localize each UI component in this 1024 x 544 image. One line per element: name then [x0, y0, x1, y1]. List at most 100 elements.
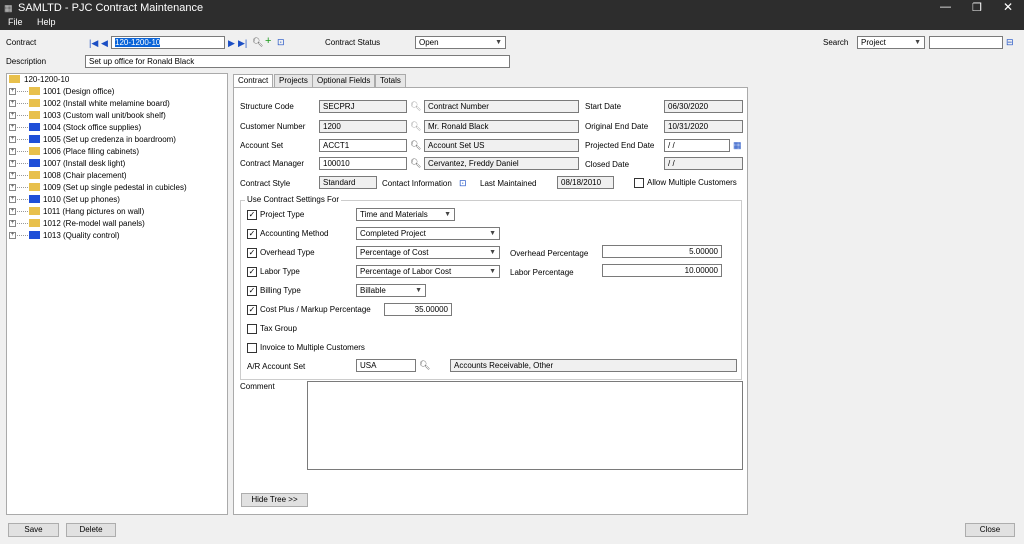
last-record-icon[interactable]: ▶| — [238, 38, 247, 48]
restore-icon[interactable]: ❐ — [972, 1, 982, 14]
contract-tree[interactable]: 120-1200-10 +1001 (Design office) +1002 (… — [6, 73, 228, 515]
invoice-multiple-checkbox[interactable] — [247, 343, 257, 353]
tree-item-label: 1005 (Set up credenza in boardroom) — [43, 135, 176, 144]
billing-type-label: Billing Type — [260, 286, 301, 295]
tree-item[interactable]: +1007 (Install desk light) — [9, 158, 224, 170]
accounting-method-select[interactable]: Completed Project ▼ — [356, 227, 500, 240]
projected-end-input[interactable]: / / — [664, 139, 730, 152]
project-type-checkbox[interactable]: ✓ — [247, 210, 257, 220]
expand-icon[interactable]: + — [9, 220, 16, 227]
tree-item[interactable]: +1010 (Set up phones) — [9, 194, 224, 206]
description-input[interactable]: Set up office for Ronald Black — [85, 55, 510, 68]
tab-totals[interactable]: Totals — [375, 74, 406, 87]
project-type-select[interactable]: Time and Materials ▼ — [356, 208, 455, 221]
expand-icon[interactable]: + — [9, 88, 16, 95]
labor-type-checkbox[interactable]: ✓ — [247, 267, 257, 277]
accounting-method-checkbox[interactable]: ✓ — [247, 229, 257, 239]
tab-optional-fields[interactable]: Optional Fields — [312, 74, 376, 87]
menu-help[interactable]: Help — [37, 17, 56, 27]
tab-projects[interactable]: Projects — [274, 74, 313, 87]
tree-item[interactable]: +1006 (Place filing cabinets) — [9, 146, 224, 158]
expand-icon[interactable]: + — [9, 184, 16, 191]
tree-item[interactable]: +1004 (Stock office supplies) — [9, 122, 224, 134]
contract-manager-label: Contract Manager — [240, 159, 305, 168]
folder-icon — [29, 207, 40, 215]
search-type-select[interactable]: Project ▼ — [857, 36, 925, 49]
account-set-input[interactable]: ACCT1 — [319, 139, 407, 152]
save-button[interactable]: Save — [8, 523, 59, 537]
calendar-icon[interactable]: ▦ — [733, 140, 742, 150]
closed-date-label: Closed Date — [585, 160, 630, 169]
expand-icon[interactable]: + — [9, 124, 16, 131]
cost-plus-input[interactable]: 35.00000 — [384, 303, 452, 316]
start-date-field: 06/30/2020 — [664, 100, 743, 113]
last-maintained-label: Last Maintained — [480, 179, 537, 188]
expand-icon[interactable]: + — [9, 148, 16, 155]
labor-type-select[interactable]: Percentage of Labor Cost ▼ — [356, 265, 500, 278]
minimize-icon[interactable]: — — [940, 1, 951, 13]
billing-type-select[interactable]: Billable ▼ — [356, 284, 426, 297]
expand-icon[interactable]: + — [9, 208, 16, 215]
zoom-icon[interactable]: ⊡ — [277, 37, 285, 47]
labor-pct-input[interactable]: 10.00000 — [602, 264, 722, 277]
manager-name-field: Cervantez, Freddy Daniel — [424, 157, 579, 170]
tree-item[interactable]: +1003 (Custom wall unit/book shelf) — [9, 110, 224, 122]
expand-icon[interactable]: + — [9, 160, 16, 167]
finder-icon[interactable]: 🔍︎ — [252, 37, 263, 47]
expand-icon[interactable]: + — [9, 100, 16, 107]
hide-tree-button[interactable]: Hide Tree >> — [241, 493, 308, 507]
tree-item[interactable]: +1005 (Set up credenza in boardroom) — [9, 134, 224, 146]
overhead-type-checkbox[interactable]: ✓ — [247, 248, 257, 258]
tree-item-label: 1006 (Place filing cabinets) — [43, 147, 140, 156]
expand-icon[interactable]: + — [9, 232, 16, 239]
overhead-pct-input[interactable]: 5.00000 — [602, 245, 722, 258]
billing-type-checkbox[interactable]: ✓ — [247, 286, 257, 296]
allow-multiple-checkbox[interactable] — [634, 178, 644, 188]
tab-contract[interactable]: Contract — [233, 74, 274, 88]
contract-status-select[interactable]: Open ▼ — [415, 36, 506, 49]
comment-textarea[interactable] — [307, 381, 743, 470]
ar-account-set-input[interactable]: USA — [356, 359, 416, 372]
chevron-down-icon: ▼ — [489, 230, 496, 237]
delete-button[interactable]: Delete — [66, 523, 116, 537]
contract-manager-input[interactable]: 100010 — [319, 157, 407, 170]
tree-item[interactable]: +1002 (Install white melamine board) — [9, 98, 224, 110]
tree-item[interactable]: +1001 (Design office) — [9, 86, 224, 98]
tree-item[interactable]: +1013 (Quality control) — [9, 230, 224, 242]
add-icon[interactable]: + — [265, 36, 271, 47]
finder-icon[interactable]: 🔍︎ — [419, 360, 430, 370]
tree-item[interactable]: +1008 (Chair placement) — [9, 170, 224, 182]
tree-root[interactable]: 120-1200-10 — [9, 74, 219, 86]
search-input[interactable] — [929, 36, 1003, 49]
contract-input[interactable]: 120-1200-10 — [111, 36, 225, 49]
settings-group-label: Use Contract Settings For — [245, 194, 342, 206]
expand-icon[interactable]: + — [9, 172, 16, 179]
overhead-type-select[interactable]: Percentage of Cost ▼ — [356, 246, 500, 259]
next-record-icon[interactable]: ▶ — [228, 38, 235, 48]
expand-icon[interactable]: + — [9, 196, 16, 203]
tree-item[interactable]: +1009 (Set up single pedestal in cubicle… — [9, 182, 224, 194]
menu-file[interactable]: File — [8, 17, 23, 27]
finder-icon[interactable]: 🔍︎ — [410, 140, 421, 150]
first-record-icon[interactable]: |◀ — [89, 38, 98, 48]
folder-icon — [29, 195, 40, 203]
close-window-icon[interactable]: ✕ — [1003, 0, 1013, 14]
expand-icon[interactable]: + — [9, 112, 16, 119]
cost-plus-checkbox[interactable]: ✓ — [247, 305, 257, 315]
projected-end-label: Projected End Date — [585, 141, 655, 150]
chevron-down-icon: ▼ — [415, 287, 422, 294]
previous-record-icon[interactable]: ◀ — [101, 38, 108, 48]
finder-icon[interactable]: 🔍︎ — [410, 101, 421, 111]
allow-multiple-label: Allow Multiple Customers — [647, 178, 737, 187]
tree-item-label: 1009 (Set up single pedestal in cubicles… — [43, 183, 187, 192]
expand-icon[interactable]: + — [9, 136, 16, 143]
tree-item[interactable]: +1011 (Hang pictures on wall) — [9, 206, 224, 218]
zoom-icon[interactable]: ⊡ — [459, 178, 467, 188]
tax-group-checkbox[interactable] — [247, 324, 257, 334]
close-button[interactable]: Close — [965, 523, 1015, 537]
tree-item[interactable]: +1012 (Re-model wall panels) — [9, 218, 224, 230]
finder-icon[interactable]: 🔍︎ — [410, 121, 421, 131]
last-maintained-field: 08/18/2010 — [557, 176, 614, 189]
search-go-icon[interactable]: ⊟ — [1006, 37, 1014, 47]
finder-icon[interactable]: 🔍︎ — [410, 158, 421, 168]
